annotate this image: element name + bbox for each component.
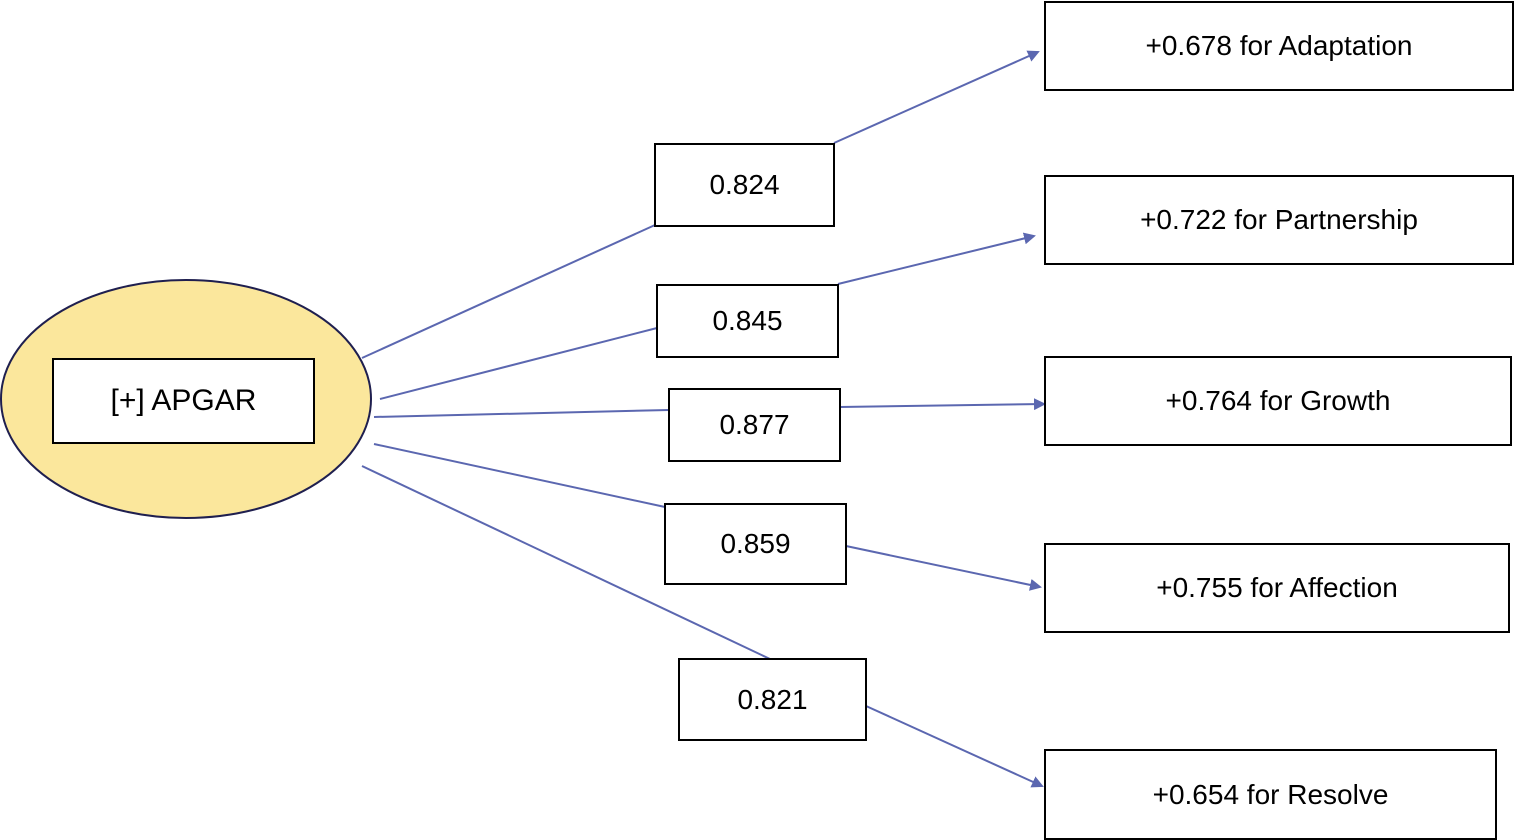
target-label: +0.654 for Resolve bbox=[1152, 778, 1389, 810]
target-box-affection[interactable]: +0.755 for Affection bbox=[1044, 543, 1510, 633]
loading-value: 0.824 bbox=[709, 169, 780, 200]
loading-box-4[interactable]: 0.859 bbox=[664, 503, 847, 585]
edge-root-to-loading-4 bbox=[373, 443, 666, 508]
target-box-adaptation[interactable]: +0.678 for Adaptation bbox=[1044, 1, 1514, 91]
edge-loading-2-to-target-2 bbox=[837, 232, 1036, 285]
loading-box-2[interactable]: 0.845 bbox=[656, 284, 839, 358]
edge-loading-5-to-target-5 bbox=[865, 705, 1044, 788]
edge-loading-4-to-target-4 bbox=[845, 545, 1042, 591]
edge-root-to-loading-2 bbox=[379, 327, 658, 400]
loading-box-3[interactable]: 0.877 bbox=[668, 388, 841, 462]
target-box-resolve[interactable]: +0.654 for Resolve bbox=[1044, 749, 1497, 840]
loading-value: 0.821 bbox=[737, 683, 808, 715]
loading-box-1[interactable]: 0.824 bbox=[654, 143, 835, 227]
edge-root-to-loading-1 bbox=[361, 224, 656, 359]
loading-box-5[interactable]: 0.821 bbox=[678, 658, 867, 741]
root-label: [+] APGAR bbox=[110, 384, 257, 417]
edge-root-to-loading-3 bbox=[373, 409, 670, 418]
loading-value: 0.845 bbox=[712, 305, 783, 336]
target-box-growth[interactable]: +0.764 for Growth bbox=[1044, 356, 1512, 446]
edge-loading-3-to-target-3 bbox=[839, 398, 1046, 411]
edge-loading-1-to-target-1 bbox=[833, 50, 1040, 144]
loading-value: 0.859 bbox=[720, 528, 791, 559]
target-label: +0.722 for Partnership bbox=[1140, 204, 1418, 235]
target-label: +0.764 for Growth bbox=[1165, 385, 1391, 416]
loading-value: 0.877 bbox=[719, 409, 790, 440]
target-box-partnership[interactable]: +0.722 for Partnership bbox=[1044, 175, 1514, 265]
target-label: +0.755 for Affection bbox=[1156, 572, 1398, 603]
root-label-box[interactable]: [+] APGAR bbox=[52, 358, 315, 444]
target-label: +0.678 for Adaptation bbox=[1145, 30, 1413, 61]
